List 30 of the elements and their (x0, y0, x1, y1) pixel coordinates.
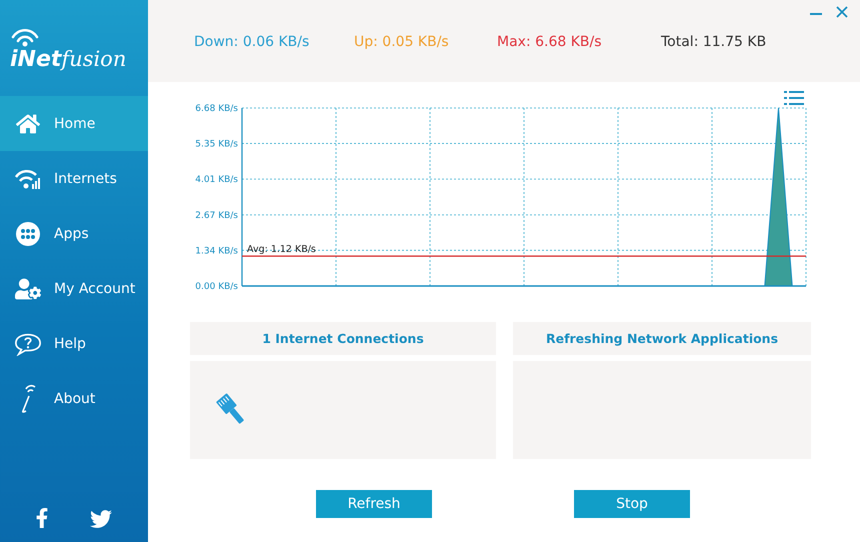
stat-text: Up: 0.05 KB/s (354, 34, 450, 50)
axis-label: 2.67 KB/s (195, 210, 238, 221)
stat-text: Down: 0.06 KB/s (194, 34, 310, 50)
stat-text: Total: 11.75 KB (661, 34, 768, 50)
app-logo: iNetfusion (10, 46, 128, 72)
axis-label: 5.35 KB/s (195, 139, 238, 150)
nav-item[interactable]: Help (0, 316, 148, 371)
nav-item[interactable]: About (0, 371, 148, 426)
wifi-signal-icon (14, 168, 42, 190)
panel-title: 1 Internet Connections (190, 322, 496, 355)
nav-item[interactable]: Internets (0, 151, 148, 206)
axis-label: 1.34 KB/s (195, 246, 238, 256)
nav-item[interactable]: Home (0, 96, 148, 151)
user-gear-icon (15, 276, 41, 302)
apps-icon (16, 222, 40, 246)
home-icon (16, 112, 40, 136)
action-button[interactable]: Refresh (316, 490, 432, 518)
axis-label: 4.01 KB/s (195, 175, 238, 186)
average-label: Avg: 1.12 KB/s (247, 244, 316, 256)
stat-text: Max: 6.68 KB/s (497, 34, 603, 50)
nav-item[interactable]: My Account (0, 261, 148, 316)
panel-title: Refreshing Network Applications (513, 322, 811, 355)
close-icon[interactable] (836, 6, 848, 18)
help-icon (14, 332, 42, 356)
nav-item[interactable]: Apps (0, 206, 148, 261)
list-icon[interactable] (784, 90, 804, 106)
axis-label: 0.00 KB/s (195, 282, 238, 290)
twitter-icon[interactable] (90, 508, 112, 530)
action-button[interactable]: Stop (574, 490, 690, 518)
axis-label: 6.68 KB/s (195, 104, 238, 114)
